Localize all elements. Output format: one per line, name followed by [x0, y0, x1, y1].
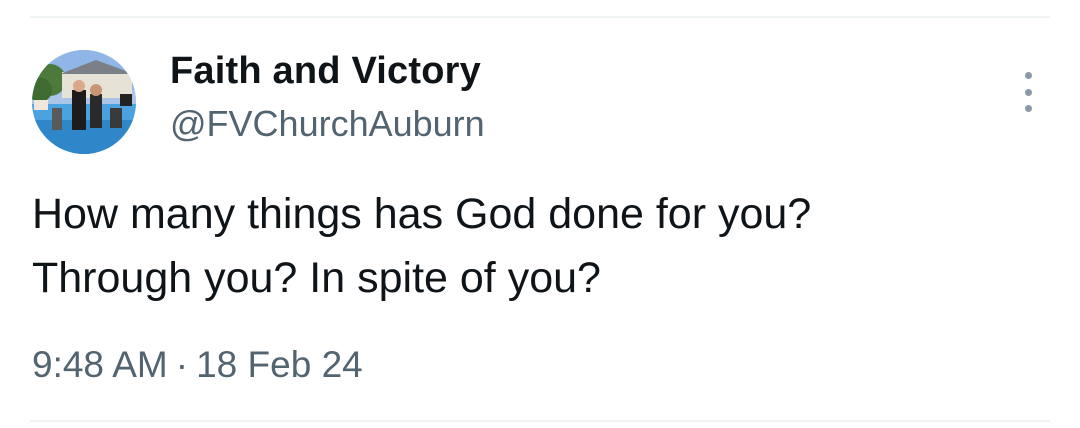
- more-options-button[interactable]: [1016, 72, 1040, 112]
- tweet-text-line: How many things has God done for you?: [32, 190, 812, 238]
- avatar-photo-icon: [32, 50, 136, 154]
- top-divider: [30, 16, 1050, 18]
- meta-separator: ·: [175, 344, 189, 385]
- tweet-time: 9:48 AM: [32, 344, 168, 385]
- vertical-ellipsis-dot: [1024, 105, 1032, 112]
- tweet-text-line: Through you? In spite of you?: [32, 254, 601, 302]
- author-handle[interactable]: @FVChurchAuburn: [170, 103, 485, 145]
- vertical-ellipsis-dot: [1024, 88, 1032, 96]
- author-display-name[interactable]: Faith and Victory: [170, 50, 481, 93]
- tweet-text: How many things has God done for you? Th…: [32, 182, 1042, 310]
- bottom-divider: [30, 420, 1050, 422]
- tweet-timestamp[interactable]: 9:48 AM · 18 Feb 24: [32, 344, 363, 386]
- vertical-ellipsis-icon: [1024, 72, 1032, 79]
- tweet-date: 18 Feb 24: [196, 344, 363, 385]
- avatar[interactable]: [32, 50, 136, 154]
- tweet-card[interactable]: Faith and Victory @FVChurchAuburn How ma…: [0, 0, 1080, 428]
